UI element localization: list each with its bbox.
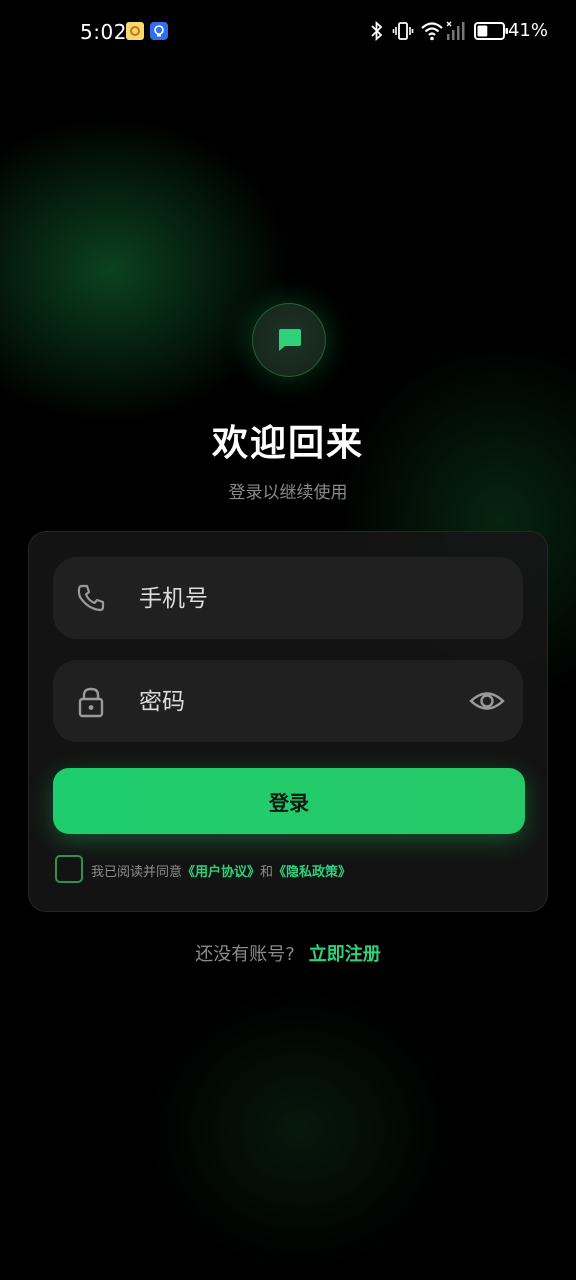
signal-icon bbox=[446, 20, 466, 46]
wifi-icon bbox=[420, 20, 444, 46]
register-link[interactable]: 立即注册 bbox=[309, 944, 381, 965]
login-button[interactable]: 登录 bbox=[53, 768, 525, 834]
phone-field[interactable] bbox=[53, 557, 523, 639]
agreement-conjunction: 和 bbox=[260, 865, 274, 880]
page-title: 欢迎回来 bbox=[211, 423, 364, 464]
password-input[interactable] bbox=[137, 680, 441, 724]
status-time: 5:02 bbox=[80, 20, 127, 44]
password-field[interactable] bbox=[53, 660, 523, 742]
login-screen: 5:02 41% 欢迎回来 登录以继续使用 手机号 登录 我已阅读并同意《用户协… bbox=[0, 0, 576, 1280]
lock-icon bbox=[75, 685, 107, 723]
phone-input[interactable] bbox=[137, 577, 441, 621]
show-password-eye-icon[interactable] bbox=[469, 684, 505, 718]
agreement-checkbox[interactable] bbox=[55, 855, 83, 883]
register-prompt: 还没有账号? 立即注册 bbox=[0, 940, 576, 966]
status-bar: 5:02 41% bbox=[0, 0, 576, 64]
phone-icon bbox=[75, 582, 107, 618]
login-card: 登录 我已阅读并同意《用户协议》和《隐私政策》 bbox=[28, 531, 548, 912]
vibrate-icon bbox=[392, 20, 414, 46]
agreement-prefix: 我已阅读并同意 bbox=[91, 865, 183, 880]
page-subtitle: 登录以继续使用 bbox=[228, 483, 348, 503]
battery-percent: 41% bbox=[507, 20, 548, 41]
chat-bubble-icon bbox=[279, 329, 301, 351]
bluetooth-icon bbox=[370, 20, 384, 46]
notification-app-icon bbox=[126, 22, 144, 40]
status-icons: 41% bbox=[366, 20, 576, 44]
user-agreement-link[interactable]: 《用户协议》 bbox=[182, 865, 260, 880]
agreement-text: 我已阅读并同意《用户协议》和《隐私政策》 bbox=[91, 861, 351, 880]
no-account-text: 还没有账号? bbox=[195, 944, 295, 965]
battery-icon bbox=[474, 20, 510, 46]
app-logo bbox=[252, 303, 326, 377]
notification-bulb-icon bbox=[150, 22, 168, 40]
privacy-policy-link[interactable]: 《隐私政策》 bbox=[273, 865, 351, 880]
